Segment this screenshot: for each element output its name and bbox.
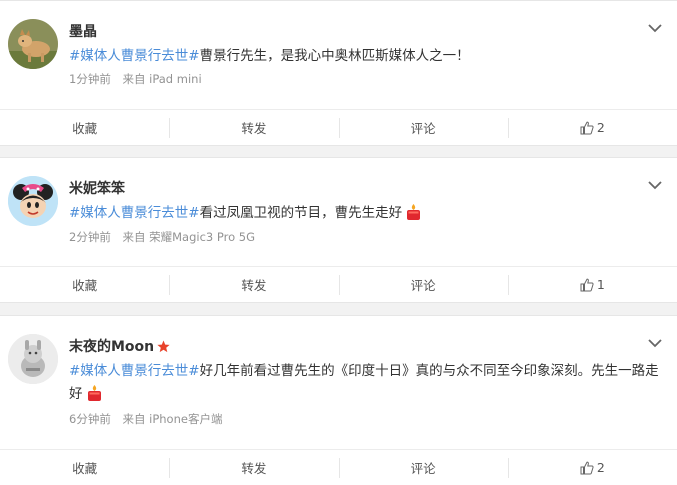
- comment-label: 评论: [410, 278, 436, 293]
- post-content: 看过凤凰卫视的节目，曹先生走好: [199, 205, 403, 221]
- like-button[interactable]: 2: [507, 110, 677, 145]
- username[interactable]: 墨晶: [69, 21, 97, 41]
- comment-feed: 墨晶 #媒体人曹景行去世#曹景行先生，是我心中奥林匹斯媒体人之一！ 1分钟前 来…: [0, 0, 677, 485]
- post-body: 末夜的Moon #媒体人曹景行去世#好几年前看过曹先生的《印度十日》真的与众不同…: [0, 316, 677, 449]
- post-card: 末夜的Moon #媒体人曹景行去世#好几年前看过曹先生的《印度十日》真的与众不同…: [0, 315, 677, 485]
- like-count: 2: [596, 120, 605, 135]
- collect-label: 收藏: [72, 461, 98, 476]
- repost-button[interactable]: 转发: [169, 267, 338, 302]
- post-text: #媒体人曹景行去世#曹景行先生，是我心中奥林匹斯媒体人之一！: [69, 45, 659, 68]
- repost-button[interactable]: 转发: [169, 110, 338, 145]
- action-bar: 收藏 转发 评论 2: [0, 109, 677, 145]
- comment-button[interactable]: 评论: [338, 110, 508, 145]
- candle-emoji-icon: [87, 385, 101, 401]
- post-meta: 6分钟前 来自 iPhone客户端: [69, 411, 222, 427]
- action-bar: 收藏 转发 评论 2: [0, 449, 677, 485]
- comment-button[interactable]: 评论: [338, 450, 508, 485]
- candle-emoji-icon: [407, 204, 421, 220]
- vip-star-icon: [157, 340, 170, 352]
- post-body: 墨晶 #媒体人曹景行去世#曹景行先生，是我心中奥林匹斯媒体人之一！ 1分钟前 来…: [0, 1, 677, 109]
- username-label: 墨晶: [69, 24, 97, 40]
- hashtag-link[interactable]: #媒体人曹景行去世#: [69, 48, 200, 64]
- post-card: 墨晶 #媒体人曹景行去世#曹景行先生，是我心中奥林匹斯媒体人之一！ 1分钟前 来…: [0, 0, 677, 146]
- comment-button[interactable]: 评论: [338, 267, 508, 302]
- post-source: 来自 荣耀Magic3 Pro 5G: [122, 230, 256, 244]
- thumbs-up-icon: [580, 461, 594, 474]
- username-label: 末夜的Moon: [69, 339, 155, 355]
- hashtag-link[interactable]: #媒体人曹景行去世#: [69, 363, 200, 379]
- repost-button[interactable]: 转发: [169, 450, 338, 485]
- collect-button[interactable]: 收藏: [0, 110, 169, 145]
- collect-label: 收藏: [72, 121, 98, 136]
- username-label: 米妮笨笨: [69, 181, 125, 197]
- post-time: 1分钟前: [69, 72, 111, 86]
- like-button[interactable]: 1: [507, 267, 677, 302]
- post-meta: 2分钟前 来自 荣耀Magic3 Pro 5G: [69, 229, 255, 245]
- minnie-avatar-icon[interactable]: [8, 176, 58, 226]
- chevron-down-icon[interactable]: [647, 23, 663, 33]
- post-time: 6分钟前: [69, 412, 111, 426]
- like-button[interactable]: 2: [507, 450, 677, 485]
- collect-label: 收藏: [72, 278, 98, 293]
- comment-label: 评论: [410, 121, 436, 136]
- username[interactable]: 末夜的Moon: [69, 336, 170, 356]
- post-body: 米妮笨笨 #媒体人曹景行去世#看过凤凰卫视的节目，曹先生走好 2分钟前 来自 荣…: [0, 158, 677, 266]
- post-source: 来自 iPad mini: [122, 72, 202, 86]
- repost-label: 转发: [241, 121, 267, 136]
- comment-label: 评论: [410, 461, 436, 476]
- username[interactable]: 米妮笨笨: [69, 178, 125, 198]
- post-text: #媒体人曹景行去世#好几年前看过曹先生的《印度十日》真的与众不同至今印象深刻。先…: [69, 360, 659, 406]
- action-bar: 收藏 转发 评论 1: [0, 266, 677, 302]
- repost-label: 转发: [241, 461, 267, 476]
- cartoon-avatar-icon[interactable]: [8, 334, 58, 384]
- post-text: #媒体人曹景行去世#看过凤凰卫视的节目，曹先生走好: [69, 202, 659, 225]
- post-meta: 1分钟前 来自 iPad mini: [69, 71, 202, 87]
- repost-label: 转发: [241, 278, 267, 293]
- chevron-down-icon[interactable]: [647, 180, 663, 190]
- post-content: 曹景行先生，是我心中奥林匹斯媒体人之一！: [199, 48, 470, 64]
- post-card: 米妮笨笨 #媒体人曹景行去世#看过凤凰卫视的节目，曹先生走好 2分钟前 来自 荣…: [0, 157, 677, 303]
- post-source: 来自 iPhone客户端: [122, 412, 223, 426]
- hashtag-link[interactable]: #媒体人曹景行去世#: [69, 205, 200, 221]
- post-time: 2分钟前: [69, 230, 111, 244]
- thumbs-up-icon: [580, 121, 594, 134]
- thumbs-up-icon: [580, 278, 594, 291]
- collect-button[interactable]: 收藏: [0, 267, 169, 302]
- like-count: 2: [596, 460, 605, 475]
- collect-button[interactable]: 收藏: [0, 450, 169, 485]
- like-count: 1: [596, 277, 605, 292]
- dog-avatar-icon[interactable]: [8, 19, 58, 69]
- chevron-down-icon[interactable]: [647, 338, 663, 348]
